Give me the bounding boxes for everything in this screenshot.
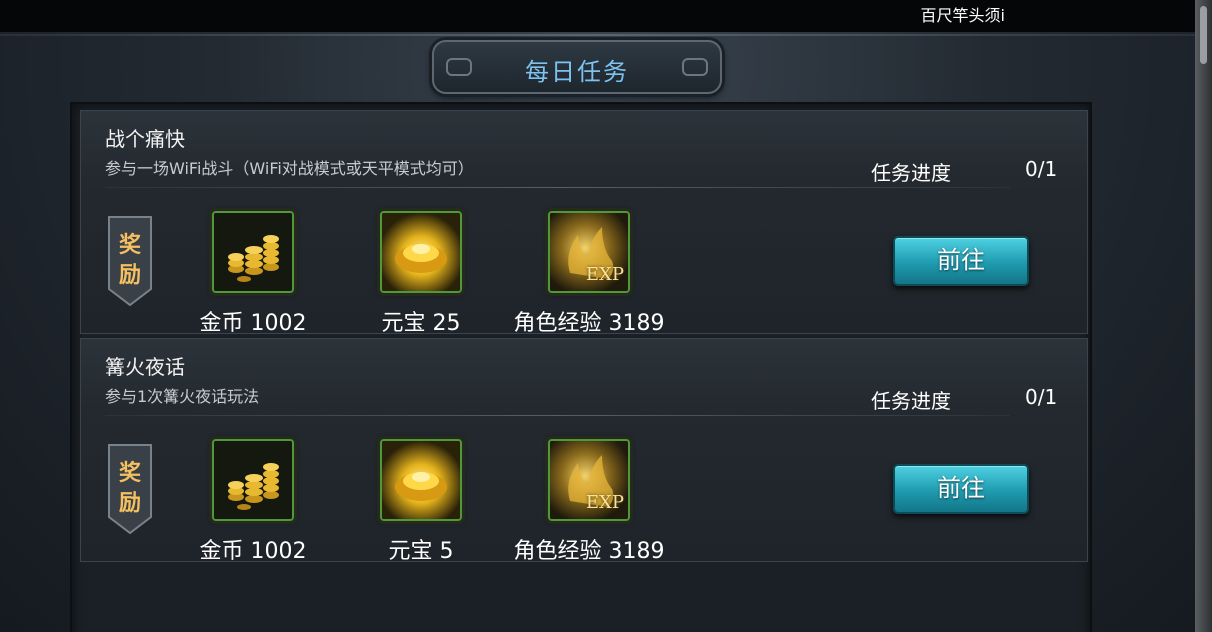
divider [105,187,1010,188]
progress-label: 任务进度 [871,389,951,413]
exp-icon-text: EXP [585,264,624,285]
goto-button[interactable]: 前往 [893,464,1029,514]
gold-ingot-icon [380,439,462,521]
frame-divider [0,34,1195,36]
scrollbar-handle[interactable] [1200,6,1207,64]
daily-tasks-screen: 百尺竿头须i 每日任务 战个痛快 参与一场WiFi战斗（WiFi对战模式或天平模… [0,0,1212,632]
reward-item: 金币 1002 [163,203,343,336]
reward-tag-text: 励 [118,491,141,516]
reward-tag: 奖 励 [107,215,153,307]
exp-icon-text: EXP [585,492,624,513]
reward-tag-text: 奖 [118,461,141,486]
reward-label: 元宝 5 [388,539,454,564]
exp-icon: EXP [548,211,630,293]
top-hint-text: 百尺竿头须i [920,6,1005,25]
task-card: 篝火夜话 参与1次篝火夜话玩法 任务进度 0/1 奖 励 金币 1002 元宝 … [80,338,1088,564]
top-bar: 百尺竿头须i [0,0,1195,32]
gold-coins-icon [212,211,294,293]
progress-value: 0/1 [1025,157,1058,181]
task-name: 篝火夜话 [105,355,185,379]
reward-label: 金币 1002 [199,311,307,336]
reward-tag-text: 奖 [118,233,141,258]
task-description: 参与1次篝火夜话玩法 [105,387,260,406]
page-title: 每日任务 [525,58,629,86]
reward-tag: 奖 励 [107,443,153,535]
progress-value: 0/1 [1025,385,1058,409]
reward-label: 元宝 25 [381,311,461,336]
task-list-panel: 战个痛快 参与一场WiFi战斗（WiFi对战模式或天平模式均可） 任务进度 0/… [70,102,1092,632]
exp-icon: EXP [548,439,630,521]
gold-ingot-icon [380,211,462,293]
reward-item: 元宝 25 [331,203,511,336]
task-card: 战个痛快 参与一场WiFi战斗（WiFi对战模式或天平模式均可） 任务进度 0/… [80,110,1088,336]
reward-item: EXP 角色经验 3189 [499,431,679,564]
divider [105,415,1010,416]
reward-item: 金币 1002 [163,431,343,564]
gold-coins-icon [212,439,294,521]
reward-label: 角色经验 3189 [513,539,665,564]
task-name: 战个痛快 [105,127,185,151]
task-description: 参与一场WiFi战斗（WiFi对战模式或天平模式均可） [105,159,474,178]
reward-label: 金币 1002 [199,539,307,564]
reward-item: EXP 角色经验 3189 [499,203,679,336]
goto-button[interactable]: 前往 [893,236,1029,286]
right-edge-strip [1195,0,1212,632]
title-plate: 每日任务 [432,40,722,94]
progress-label: 任务进度 [871,161,951,185]
reward-tag-text: 励 [118,263,141,288]
reward-label: 角色经验 3189 [513,311,665,336]
reward-item: 元宝 5 [331,431,511,564]
